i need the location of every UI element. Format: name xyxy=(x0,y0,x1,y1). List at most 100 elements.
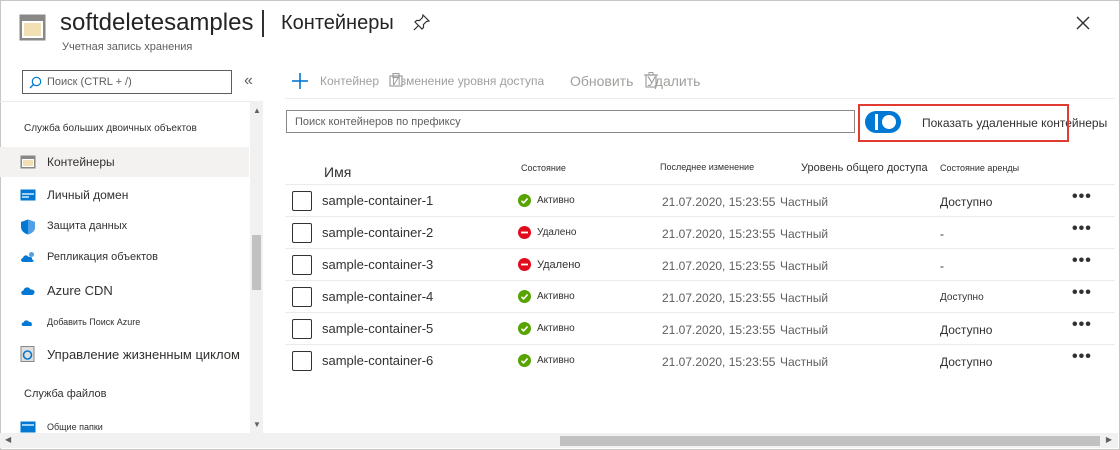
sidebar-item-label: Защита данных xyxy=(47,220,128,232)
container-name[interactable]: sample-container-2 xyxy=(322,225,433,240)
row-checkbox[interactable] xyxy=(292,223,312,243)
sidebar-item-label: Контейнеры xyxy=(47,155,115,169)
table-row[interactable]: sample-container-1 Активно 21.07.2020, 1… xyxy=(285,184,1115,216)
lifecycle-icon xyxy=(20,346,35,362)
last-modified: 21.07.2020, 15:23:55 xyxy=(662,195,776,209)
container-state: Активно xyxy=(537,291,575,302)
table-row[interactable]: sample-container-3 Удалено 21.07.2020, 1… xyxy=(285,248,1115,280)
status-active-icon xyxy=(518,354,531,367)
sidebar-scrollbar[interactable]: ▲ ▼ xyxy=(250,101,263,433)
sidebar-item-label: Управление жизненным циклом xyxy=(47,347,240,362)
more-actions-icon[interactable]: ••• xyxy=(1072,316,1092,334)
title-separator xyxy=(262,10,264,37)
replication-icon xyxy=(21,252,34,262)
sidebar-search[interactable] xyxy=(22,70,232,94)
table-row[interactable]: sample-container-2 Удалено 21.07.2020, 1… xyxy=(285,216,1115,248)
more-actions-icon[interactable]: ••• xyxy=(1072,252,1092,270)
more-actions-icon[interactable]: ••• xyxy=(1072,188,1092,206)
access-level: Частный xyxy=(780,227,829,241)
pin-icon[interactable] xyxy=(413,14,430,31)
scroll-down-arrow-icon[interactable]: ▼ xyxy=(253,420,261,429)
sidebar-item-azure-cdn[interactable]: Azure CDN xyxy=(0,275,249,305)
sidebar-item-file-shares[interactable]: Общие папки xyxy=(0,412,249,433)
domain-icon xyxy=(20,189,36,201)
scroll-right-arrow-icon[interactable]: ▶ xyxy=(1106,435,1112,444)
last-modified: 21.07.2020, 15:23:55 xyxy=(662,291,776,305)
column-header-state[interactable]: Состояние xyxy=(521,163,566,173)
delete-button[interactable]: Удалить xyxy=(647,73,700,89)
page-title: Контейнеры xyxy=(281,12,394,34)
sidebar-item-containers[interactable]: Контейнеры xyxy=(0,147,249,177)
sidebar-search-input[interactable] xyxy=(47,73,227,91)
add-container-button[interactable]: Контейнер xyxy=(320,74,379,88)
scroll-up-arrow-icon[interactable]: ▲ xyxy=(253,106,261,115)
sidebar-item-label: Общие папки xyxy=(47,422,103,432)
container-icon xyxy=(20,155,36,169)
scroll-left-arrow-icon[interactable]: ◀ xyxy=(5,435,11,444)
lease-state: - xyxy=(940,227,944,241)
search-icon xyxy=(29,76,42,89)
access-level: Частный xyxy=(780,323,829,337)
more-actions-icon[interactable]: ••• xyxy=(1072,284,1092,302)
column-header-access[interactable]: Уровень общего доступа xyxy=(801,162,928,174)
horizontal-scrollbar[interactable]: ◀ ▶ xyxy=(0,433,1118,448)
sidebar-item-data-protection[interactable]: Защита данных xyxy=(0,212,249,242)
container-state: Активно xyxy=(537,355,575,366)
collapse-sidebar-button[interactable]: « xyxy=(244,72,253,90)
container-name[interactable]: sample-container-5 xyxy=(322,321,433,336)
sidebar-item-object-replication[interactable]: Репликация объектов xyxy=(0,243,249,273)
container-prefix-search[interactable] xyxy=(286,110,855,133)
more-actions-icon[interactable]: ••• xyxy=(1072,348,1092,366)
container-name[interactable]: sample-container-1 xyxy=(322,193,433,208)
row-checkbox[interactable] xyxy=(292,351,312,371)
scroll-thumb-horizontal[interactable] xyxy=(560,436,1100,446)
sidebar-item-label: Личный домен xyxy=(47,188,129,202)
container-name[interactable]: sample-container-6 xyxy=(322,353,433,368)
storage-account-icon xyxy=(19,14,46,41)
table-row[interactable]: sample-container-6 Активно 21.07.2020, 1… xyxy=(285,344,1115,376)
resource-title: softdeletesamples xyxy=(60,9,254,36)
status-deleted-icon xyxy=(518,258,531,271)
scroll-thumb[interactable] xyxy=(252,235,261,290)
container-name[interactable]: sample-container-3 xyxy=(322,257,433,272)
column-header-name[interactable]: Имя xyxy=(324,164,351,180)
plus-icon[interactable] xyxy=(292,73,308,89)
sidebar-item-label: Репликация объектов xyxy=(47,251,158,263)
sidebar-item-label: Добавить Поиск Azure xyxy=(47,317,141,327)
table-row[interactable]: sample-container-4 Активно 21.07.2020, 1… xyxy=(285,280,1115,312)
sidebar-item-custom-domain[interactable]: Личный домен xyxy=(0,180,249,210)
lease-state: Доступно xyxy=(940,195,993,209)
row-checkbox[interactable] xyxy=(292,255,312,275)
row-checkbox[interactable] xyxy=(292,319,312,339)
status-deleted-icon xyxy=(518,226,531,239)
status-active-icon xyxy=(518,290,531,303)
section-header-blob: Служба больших двоичных объектов xyxy=(24,123,197,134)
container-name[interactable]: sample-container-4 xyxy=(322,289,433,304)
container-prefix-input[interactable] xyxy=(295,114,845,129)
row-checkbox[interactable] xyxy=(292,191,312,211)
close-icon[interactable] xyxy=(1075,15,1091,31)
container-state: Удалено xyxy=(537,259,581,271)
change-access-tier-button[interactable]: Изменение уровня доступа xyxy=(392,74,544,88)
access-level: Частный xyxy=(780,355,829,369)
column-header-lease[interactable]: Состояние аренды xyxy=(940,163,1019,173)
sidebar-item-lifecycle-management[interactable]: Управление жизненным циклом xyxy=(0,339,249,369)
table-row[interactable]: sample-container-5 Активно 21.07.2020, 1… xyxy=(285,312,1115,344)
sidebar-item-add-azure-search[interactable]: Добавить Поиск Azure xyxy=(0,307,249,337)
lease-state: - xyxy=(940,259,944,273)
shield-icon xyxy=(21,219,35,235)
toolbar-divider xyxy=(285,98,1115,99)
lease-state: Доступно xyxy=(940,355,993,369)
column-header-modified[interactable]: Последнее изменение xyxy=(660,162,754,172)
cloud-icon xyxy=(21,287,35,295)
callout-highlight-box xyxy=(858,104,1069,142)
container-state: Активно xyxy=(537,195,575,206)
cloud-search-icon xyxy=(21,320,32,326)
resource-type: Учетная запись хранения xyxy=(62,41,193,53)
refresh-button[interactable]: Обновить xyxy=(570,73,633,89)
last-modified: 21.07.2020, 15:23:55 xyxy=(662,227,776,241)
status-active-icon xyxy=(518,322,531,335)
section-header-files: Служба файлов xyxy=(24,388,107,400)
more-actions-icon[interactable]: ••• xyxy=(1072,220,1092,238)
row-checkbox[interactable] xyxy=(292,287,312,307)
